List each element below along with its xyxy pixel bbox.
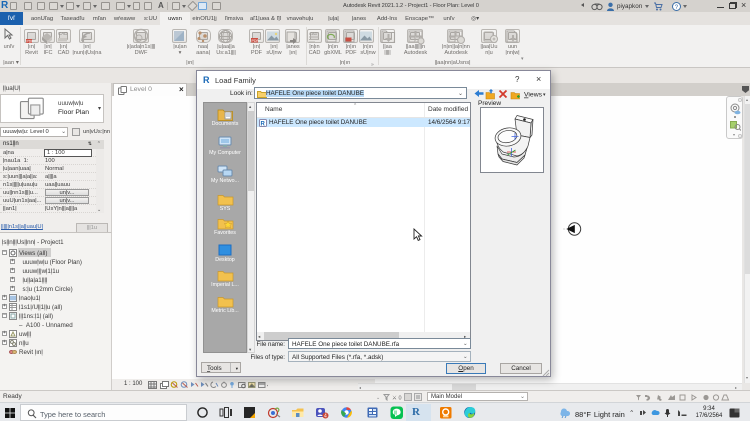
svg-text:4: 4 <box>324 414 327 420</box>
svg-text:R: R <box>261 121 266 127</box>
svg-text:‹: ‹ <box>267 383 268 390</box>
svg-text:⌄: ⌄ <box>376 395 380 401</box>
svg-text:Views: Views <box>524 92 543 99</box>
svg-text:ļļ: ļļ <box>394 410 397 415</box>
svg-text:⚔ 0: ⚔ 0 <box>392 395 402 402</box>
